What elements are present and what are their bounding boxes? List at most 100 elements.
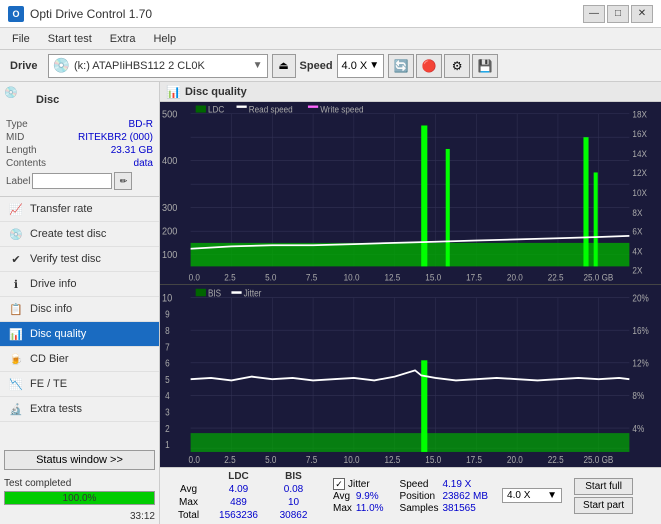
svg-text:12.5: 12.5 [384,272,400,283]
nav-drive-info-label: Drive info [30,278,76,290]
jitter-avg-value: 9.9% [356,491,384,502]
burn-button[interactable]: 🔴 [416,54,442,78]
svg-text:25.0 GB: 25.0 GB [583,272,613,283]
svg-text:10.0: 10.0 [344,272,360,283]
svg-text:18X: 18X [632,109,647,120]
svg-text:20.0: 20.0 [507,272,523,283]
nav-extra-tests[interactable]: 🔬 Extra tests [0,397,159,422]
disc-quality-header: 📊 Disc quality [160,82,661,102]
label-row: Label ✏ [4,170,155,192]
svg-text:2.5: 2.5 [224,272,235,283]
mid-value: RITEKBR2 (000) [78,132,153,143]
svg-text:300: 300 [162,203,178,215]
menu-help[interactable]: Help [145,31,184,47]
nav-disc-info[interactable]: 📋 Disc info [0,297,159,322]
jitter-label: Jitter [348,479,370,490]
menu-start-test[interactable]: Start test [40,31,100,47]
disc-quality-icon: 📊 [8,326,24,342]
main-area: 💿 Disc Type BD-R MID RITEKBR2 (000) Leng… [0,82,661,524]
titlebar-left: O Opti Drive Control 1.70 [8,6,152,22]
extra-tests-icon: 🔬 [8,401,24,417]
eject-button[interactable]: ⏏ [272,54,296,78]
stats-total-ldc: 1563236 [211,509,266,522]
samples-stat-label: Samples [400,503,439,514]
status-window-button[interactable]: Status window >> [4,450,155,470]
svg-text:5.0: 5.0 [265,454,276,465]
type-value: BD-R [129,119,153,130]
speed-selector[interactable]: 4.0 X ▼ [337,54,385,78]
titlebar-controls: — □ ✕ [583,5,653,23]
svg-text:12.5: 12.5 [384,454,400,465]
label-input[interactable] [32,173,112,189]
samples-stat-value: 381565 [442,503,488,514]
stats-header-empty [166,470,211,483]
svg-text:10.0: 10.0 [344,454,360,465]
svg-text:25.0 GB: 25.0 GB [583,454,613,465]
nav-fe-te[interactable]: 📉 FE / TE [0,372,159,397]
disc-quality-header-icon: 📊 [166,85,181,99]
svg-text:400: 400 [162,156,178,168]
svg-text:Jitter: Jitter [244,288,262,299]
menubar: File Start test Extra Help [0,28,661,50]
svg-text:9: 9 [165,309,170,320]
stats-speed-selector-arrow: ▼ [547,490,557,501]
disc-contents-row: Contents data [4,157,155,170]
start-part-button[interactable]: Start part [574,497,633,514]
refresh-button[interactable]: 🔄 [388,54,414,78]
svg-text:17.5: 17.5 [466,454,482,465]
jitter-checkbox[interactable]: ✓ [333,478,345,490]
nav-disc-quality[interactable]: 📊 Disc quality [0,322,159,347]
speed-stat-value: 4.19 X [442,479,488,490]
svg-text:0.0: 0.0 [189,272,200,283]
svg-text:2X: 2X [632,265,642,276]
drive-selector[interactable]: 💿 (k:) ATAPIiHBS112 2 CL0K ▼ [48,54,268,78]
svg-text:200: 200 [162,226,178,238]
menu-extra[interactable]: Extra [102,31,144,47]
disc-length-row: Length 23.31 GB [4,144,155,157]
svg-text:15.0: 15.0 [425,454,441,465]
svg-text:4%: 4% [632,423,644,434]
nav-disc-info-label: Disc info [30,303,72,315]
contents-value: data [134,158,153,169]
svg-text:5.0: 5.0 [265,272,276,283]
action-buttons: Start full Start part [574,478,633,514]
svg-text:20.0: 20.0 [507,454,523,465]
main-content: 📊 Disc quality [160,82,661,524]
svg-text:5: 5 [165,374,170,385]
nav-drive-info[interactable]: ℹ Drive info [0,272,159,297]
label-edit-button[interactable]: ✏ [114,172,132,190]
start-full-button[interactable]: Start full [574,478,633,495]
titlebar: O Opti Drive Control 1.70 — □ ✕ [0,0,661,28]
maximize-button[interactable]: □ [607,5,629,23]
svg-text:Read speed: Read speed [249,104,293,115]
nav-create-test-disc[interactable]: 💿 Create test disc [0,222,159,247]
stats-header-ldc: LDC [211,470,266,483]
save-button[interactable]: 💾 [472,54,498,78]
stats-speed-selector[interactable]: 4.0 X ▼ [502,488,562,503]
svg-text:8X: 8X [632,207,642,218]
close-button[interactable]: ✕ [631,5,653,23]
svg-text:4: 4 [165,390,170,401]
nav-items: 📈 Transfer rate 💿 Create test disc ✔ Ver… [0,197,159,446]
svg-text:16X: 16X [632,129,647,140]
minimize-button[interactable]: — [583,5,605,23]
charts-area: 500 400 300 200 100 18X 16X 14X 12X 10X … [160,102,661,467]
speed-label: Speed [300,60,333,72]
transfer-rate-icon: 📈 [8,201,24,217]
stats-table: LDC BIS Avg 4.09 0.08 Max 489 10 Total 1… [166,470,321,522]
stats-speed-selector-area: 4.0 X ▼ [502,488,562,505]
svg-text:7.5: 7.5 [306,454,317,465]
menu-file[interactable]: File [4,31,38,47]
nav-extra-tests-label: Extra tests [30,403,82,415]
settings-button[interactable]: ⚙ [444,54,470,78]
progress-bar: 100.0% [4,491,155,505]
verify-test-disc-icon: ✔ [8,251,24,267]
disc-info-icon: 📋 [8,301,24,317]
nav-cd-bier[interactable]: 🍺 CD Bier [0,347,159,372]
nav-disc-quality-label: Disc quality [30,328,86,340]
nav-transfer-rate[interactable]: 📈 Transfer rate [0,197,159,222]
stats-max-label: Max [166,496,211,509]
nav-verify-test-disc[interactable]: ✔ Verify test disc [0,247,159,272]
svg-text:16%: 16% [632,325,648,336]
bis-chart-svg: 10 9 8 7 6 5 4 3 2 1 20% 16% 12% 8% 4% [160,285,661,467]
